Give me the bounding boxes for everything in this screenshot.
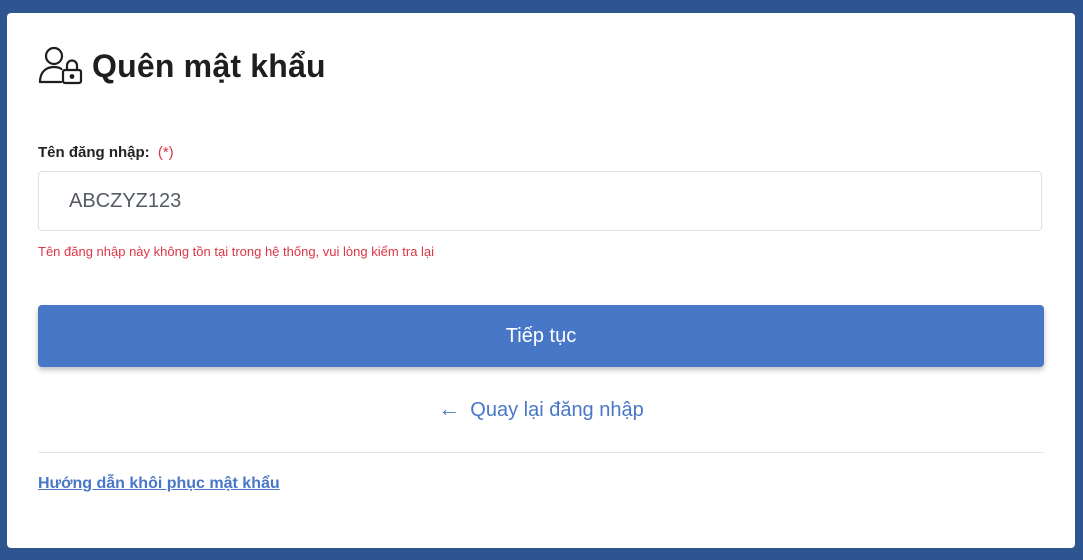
continue-button[interactable]: Tiếp tục [38, 305, 1044, 367]
username-label-text: Tên đăng nhập: [38, 144, 150, 161]
page-title: Quên mật khẩu [92, 47, 326, 84]
username-error-message: Tên đăng nhập này không tồn tại trong hệ… [38, 244, 435, 259]
back-to-login-link[interactable]: ← Quay lại đăng nhập [7, 396, 1075, 422]
user-lock-icon [38, 46, 84, 86]
back-to-login-label: Quay lại đăng nhập [470, 399, 644, 421]
divider [38, 452, 1044, 453]
page-header: Quên mật khẩu [38, 46, 326, 86]
username-input[interactable] [38, 171, 1042, 231]
username-label: Tên đăng nhập: (*) [38, 144, 174, 161]
required-marker: (*) [157, 144, 174, 161]
forgot-password-card: Quên mật khẩu Tên đăng nhập: (*) Tên đăn… [7, 13, 1075, 548]
arrow-left-icon: ← [438, 396, 461, 421]
password-recovery-guide-link[interactable]: Hướng dẫn khôi phục mật khẩu [38, 475, 280, 493]
